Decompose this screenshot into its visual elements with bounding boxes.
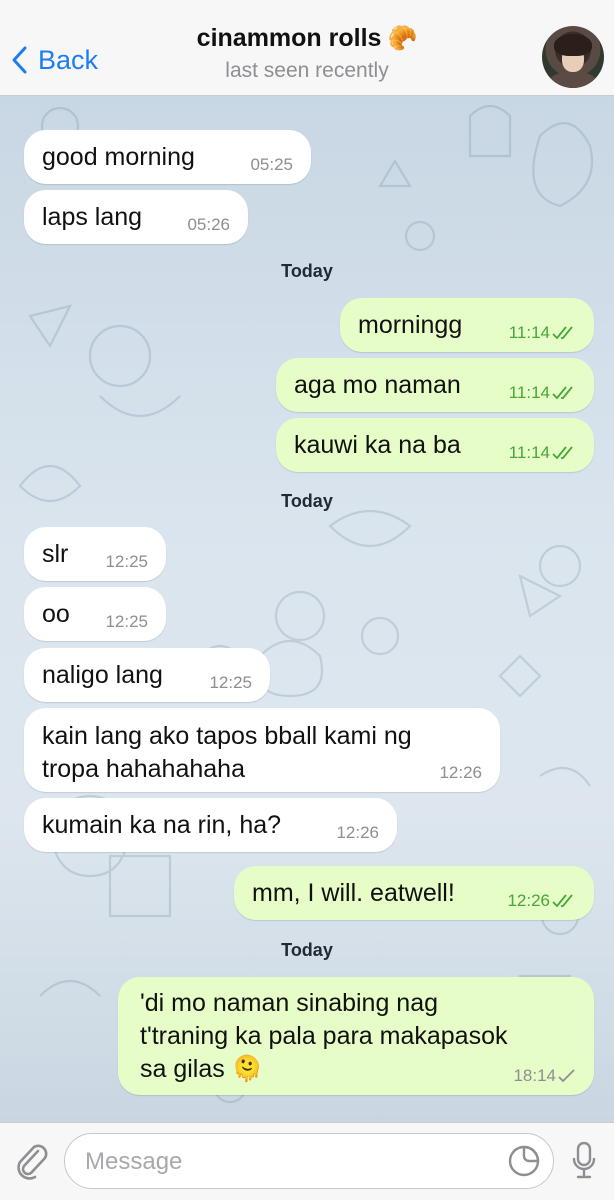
paperclip-icon [17, 1144, 48, 1180]
back-label: Back [38, 44, 99, 75]
message-time: 12:26 [439, 763, 482, 782]
date-separator: Today [281, 261, 333, 281]
message-outgoing[interactable]: kauwi ka na ba 11:14 [276, 418, 594, 472]
last-seen-status: last seen recently [225, 59, 389, 82]
microphone-icon [572, 1141, 596, 1179]
message-incoming[interactable]: slr 12:25 [24, 527, 166, 581]
double-check-icon [552, 386, 573, 400]
chat-header: Back cinammon rolls 🥐 last seen recently [0, 0, 614, 96]
chat-title-area[interactable]: cinammon rolls 🥐 last seen recently [130, 24, 484, 83]
double-check-icon [552, 894, 573, 908]
message-time: 12:25 [209, 673, 252, 692]
sticker-icon [508, 1145, 540, 1177]
chat-title: cinammon rolls [196, 24, 382, 52]
message-time: 11:14 [509, 323, 576, 343]
message-time: 11:14 [509, 443, 576, 463]
message-incoming[interactable]: kumain ka na rin, ha? 12:26 [24, 798, 397, 852]
message-input[interactable] [85, 1142, 485, 1182]
chevron-left-icon [12, 46, 27, 74]
message-incoming[interactable]: good morning 05:25 [24, 130, 311, 184]
message-incoming[interactable]: naligo lang 12:25 [24, 648, 270, 702]
message-time: 12:25 [105, 612, 148, 631]
message-field[interactable] [64, 1133, 554, 1189]
date-separator: Today [281, 491, 333, 511]
attach-button[interactable] [14, 1141, 50, 1186]
date-separator: Today [281, 940, 333, 960]
message-outgoing[interactable]: morningg 11:14 [340, 298, 594, 352]
double-check-icon [552, 446, 573, 460]
message-outgoing[interactable]: mm, I will. eatwell! 12:26 [234, 866, 594, 920]
back-button[interactable]: Back [10, 38, 98, 82]
message-time: 05:25 [250, 155, 293, 174]
message-outgoing[interactable]: aga mo naman 11:14 [276, 358, 594, 412]
message-time: 12:25 [105, 552, 148, 571]
message-incoming[interactable]: kain lang ako tapos bball kami ng tropa … [24, 708, 500, 792]
message-time: 11:14 [509, 383, 576, 403]
voice-record-button[interactable] [572, 1141, 596, 1186]
sticker-button[interactable] [507, 1144, 541, 1183]
title-emoji: 🥐 [387, 25, 418, 52]
message-time: 05:26 [187, 215, 230, 234]
message-incoming[interactable]: oo 12:25 [24, 587, 166, 641]
avatar[interactable] [542, 26, 604, 88]
message-time: 12:26 [336, 823, 379, 842]
message-incoming[interactable]: laps lang 05:26 [24, 190, 248, 244]
double-check-icon [552, 326, 573, 340]
message-time: 12:26 [507, 891, 576, 911]
message-time: 18:14 [513, 1066, 576, 1086]
melting-face-emoji: 🫠 [231, 1055, 263, 1083]
single-check-icon [558, 1069, 575, 1083]
message-outgoing[interactable]: 'di mo naman sinabing nag t'traning ka p… [118, 977, 594, 1095]
message-input-bar [0, 1122, 614, 1200]
